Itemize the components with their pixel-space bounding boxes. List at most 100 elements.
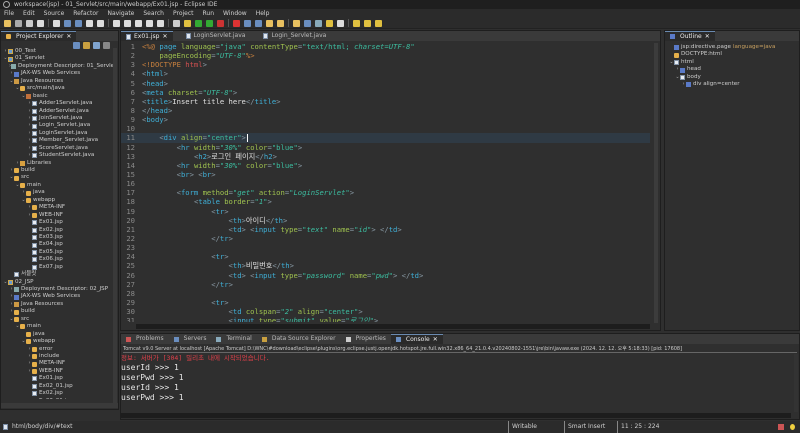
- tree-item[interactable]: › JAX-WS Web Services: [1, 293, 113, 300]
- toolbar-button-icon[interactable]: [206, 19, 213, 27]
- toolbar-button-icon[interactable]: [266, 19, 273, 27]
- toolbar-button-icon[interactable]: [375, 19, 382, 27]
- menu-file[interactable]: File: [4, 9, 14, 18]
- outline-item[interactable]: DOCTYPE:html: [667, 51, 797, 58]
- toolbar-button-icon[interactable]: [97, 19, 104, 27]
- tree-item[interactable]: Ex06.jsp: [1, 256, 113, 263]
- tab-project-explorer[interactable]: Project Explorer ✕: [1, 31, 77, 42]
- tree-item[interactable]: › Login_Servlet.java: [1, 122, 113, 129]
- tab-problems[interactable]: Problems: [121, 334, 169, 344]
- toolbar-button-icon[interactable]: [135, 19, 142, 27]
- tree-item[interactable]: ⌄ src: [1, 316, 113, 323]
- editor-tab[interactable]: Login_Servlet.java: [258, 31, 331, 41]
- editor-tab[interactable]: LoginServlet.java: [181, 31, 251, 41]
- toolbar-button-icon[interactable]: [337, 19, 344, 27]
- tip-bulb-icon[interactable]: [790, 424, 795, 430]
- editor-scrollbar[interactable]: [654, 43, 658, 323]
- tree-item[interactable]: Ex05.jsp: [1, 249, 113, 256]
- tab-terminal[interactable]: Terminal: [211, 334, 256, 344]
- close-icon[interactable]: ✕: [66, 32, 71, 42]
- tree-item[interactable]: Ex04.jsp: [1, 241, 113, 248]
- toolbar-button-icon[interactable]: [53, 19, 60, 27]
- close-icon[interactable]: ✕: [433, 335, 438, 345]
- toolbar-button-icon[interactable]: [326, 19, 333, 27]
- tree-item[interactable]: › ScoreServlet.java: [1, 145, 113, 152]
- tab-servers[interactable]: Servers: [169, 334, 212, 344]
- tree-item[interactable]: Ex03.jsp: [1, 234, 113, 241]
- toolbar-button-icon[interactable]: [173, 19, 180, 27]
- tree-item[interactable]: ⌄ src: [1, 174, 113, 181]
- outline-item[interactable]: ⌄ html: [667, 59, 797, 66]
- menu-help[interactable]: Help: [256, 9, 270, 18]
- tree-item[interactable]: › include: [1, 353, 113, 360]
- outline-item[interactable]: › head: [667, 66, 797, 73]
- tree-item[interactable]: ⌄ 02_JSP: [1, 279, 113, 286]
- tree-item[interactable]: › build: [1, 308, 113, 315]
- outline-item[interactable]: › div align=center: [667, 81, 797, 88]
- tree-item[interactable]: Ex07.jsp: [1, 264, 113, 271]
- explorer-hscrollbar[interactable]: [1, 403, 118, 408]
- toolbar-button-icon[interactable]: [86, 19, 93, 27]
- tree-item[interactable]: ⌄ Java Resources: [1, 78, 113, 85]
- menu-search[interactable]: Search: [143, 9, 164, 18]
- tree-item[interactable]: ⌄ main: [1, 323, 113, 330]
- tree-item[interactable]: ⌄ basic: [1, 93, 113, 100]
- toolbar-button-icon[interactable]: [113, 19, 120, 27]
- menu-edit[interactable]: Edit: [23, 9, 35, 18]
- tree-item[interactable]: java: [1, 331, 113, 338]
- tree-item[interactable]: Ex02_01.jsp: [1, 383, 113, 390]
- tree-item[interactable]: › META-INF: [1, 360, 113, 367]
- tree-item[interactable]: Ex01.jsp: [1, 219, 113, 226]
- toolbar-button-icon[interactable]: [15, 19, 22, 27]
- tree-item[interactable]: › JAX-WS Web Services: [1, 70, 113, 77]
- toolbar-button-icon[interactable]: [26, 19, 33, 27]
- editor-hscrollbar[interactable]: [136, 324, 650, 329]
- tree-item[interactable]: ⌄ webapp: [1, 338, 113, 345]
- toolbar-button-icon[interactable]: [353, 19, 360, 27]
- close-icon[interactable]: ✕: [705, 32, 710, 42]
- code-area[interactable]: 1 <%@ page language="java" contentType="t…: [121, 42, 650, 322]
- tree-item[interactable]: › java: [1, 189, 113, 196]
- tree-item[interactable]: › Libraries: [1, 160, 113, 167]
- toolbar-button-icon[interactable]: [364, 19, 371, 27]
- tree-item[interactable]: › Adder1Servlet.java: [1, 100, 113, 107]
- tree-item[interactable]: › Deployment Descriptor: 02_JSP: [1, 286, 113, 293]
- toolbar-button-icon[interactable]: [195, 19, 202, 27]
- tree-item[interactable]: › Member_Servlet.java: [1, 137, 113, 144]
- editor-tab[interactable]: Ex01.jsp ✕: [121, 31, 173, 41]
- tree-item[interactable]: Ex03_01.jsp: [1, 398, 113, 399]
- outline-item[interactable]: jsp:directive.page language=java: [667, 44, 797, 51]
- tree-item[interactable]: 서블릿: [1, 271, 113, 278]
- toolbar-button-icon[interactable]: [37, 19, 44, 27]
- toolbar-button-icon[interactable]: [75, 19, 82, 27]
- console-output[interactable]: 정보: 서버가 [304] 밀리초 내에 시작되었습니다. userId >>> …: [121, 353, 791, 411]
- tree-item[interactable]: ⌄ src/main/java: [1, 85, 113, 92]
- tab-properties[interactable]: Properties: [341, 334, 391, 344]
- explorer-scrollbar[interactable]: [113, 48, 117, 408]
- menu-run[interactable]: Run: [203, 9, 215, 18]
- tree-item[interactable]: Ex01.jsp: [1, 375, 113, 382]
- toolbar-button-icon[interactable]: [315, 19, 322, 27]
- toolbar-button-icon[interactable]: [217, 19, 224, 27]
- toolbar-button-icon[interactable]: [4, 19, 11, 27]
- tree-item[interactable]: ⌄ 01_Servlet: [1, 55, 113, 62]
- outline-item[interactable]: ⌄ body: [667, 74, 797, 81]
- tree-item[interactable]: › Deployment Descriptor: 01_Servlet: [1, 63, 113, 70]
- tree-item[interactable]: › StudentServlet.java: [1, 152, 113, 159]
- console-scrollbar[interactable]: [794, 354, 798, 412]
- tree-item[interactable]: › AdderServlet.java: [1, 108, 113, 115]
- notification-icon[interactable]: [778, 424, 784, 430]
- tab-console[interactable]: Console ✕: [390, 334, 443, 345]
- tree-item[interactable]: ⌄ webapp: [1, 197, 113, 204]
- toolbar-button-icon[interactable]: [304, 19, 311, 27]
- menu-project[interactable]: Project: [173, 9, 194, 18]
- tree-item[interactable]: › build: [1, 167, 113, 174]
- toolbar-button-icon[interactable]: [277, 19, 284, 27]
- close-icon[interactable]: ✕: [163, 32, 168, 42]
- tree-item[interactable]: ⌄ main: [1, 182, 113, 189]
- tree-item[interactable]: › Java Resources: [1, 301, 113, 308]
- tab-data-source-explorer[interactable]: Data Source Explorer: [257, 334, 341, 344]
- menu-window[interactable]: Window: [223, 9, 247, 18]
- menu-refactor[interactable]: Refactor: [73, 9, 98, 18]
- toolbar-button-icon[interactable]: [293, 19, 300, 27]
